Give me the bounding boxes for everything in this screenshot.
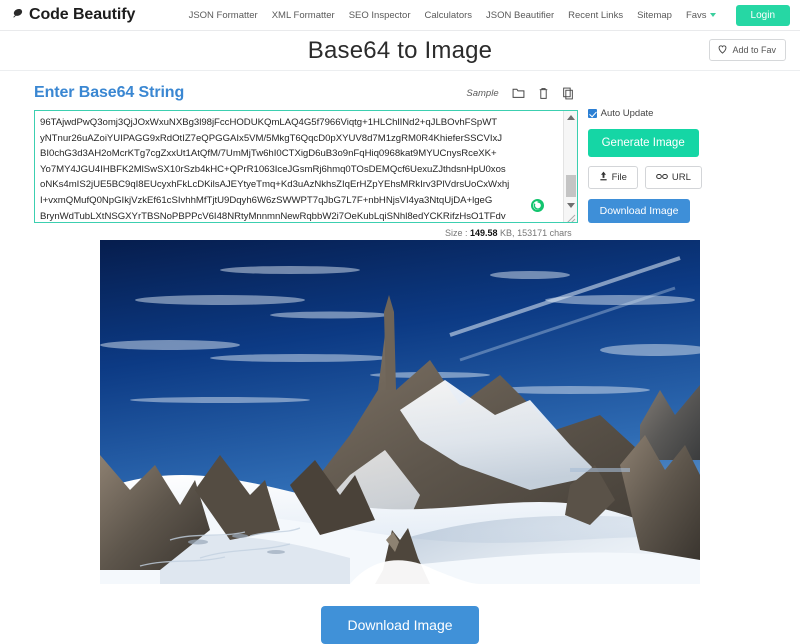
size-info: Size : 149.58 KB, 153171 chars — [34, 223, 578, 238]
feather-logo-icon — [12, 7, 25, 20]
nav-json-formatter[interactable]: JSON Formatter — [189, 10, 258, 21]
scroll-up-icon[interactable] — [566, 115, 575, 120]
chars-count: 153171 chars — [517, 228, 572, 238]
sample-link[interactable]: Sample — [466, 88, 498, 99]
checkbox-checked-icon[interactable] — [587, 109, 597, 118]
download-image-button-bottom[interactable]: Download Image — [321, 606, 479, 644]
nav-json-beautifier[interactable]: JSON Beautifier — [486, 10, 554, 21]
upload-icon — [599, 171, 608, 184]
chevron-down-icon — [709, 12, 716, 17]
load-url-button[interactable]: URL — [644, 166, 702, 189]
section-title: Enter Base64 String — [34, 84, 185, 101]
open-file-icon[interactable] — [512, 87, 525, 99]
page-header: Base64 to Image Add to Fav — [0, 31, 800, 71]
editor-left-column: Enter Base64 String Sample 96TAjwdPwQ3om… — [34, 81, 578, 238]
editor-controls: Auto Update Generate Image File URL Down… — [587, 81, 786, 238]
download-image-button-top[interactable]: Download Image — [587, 199, 691, 223]
brand-logo[interactable]: Code Beautify — [12, 6, 135, 24]
textarea-scrollbar[interactable] — [562, 111, 577, 222]
image-preview-area — [0, 240, 800, 584]
nav-sitemap[interactable]: Sitemap — [637, 10, 672, 21]
add-to-fav-button[interactable]: Add to Fav — [709, 39, 786, 61]
link-icon — [656, 172, 668, 184]
heart-icon — [717, 44, 728, 56]
base64-textarea-content: 96TAjwdPwQ3omj3QjJOxWxuNXBg3l98jFccHODUK… — [40, 117, 510, 222]
auto-update-checkbox[interactable]: Auto Update — [587, 108, 786, 119]
page-title: Base64 to Image — [307, 37, 493, 64]
add-to-fav-label: Add to Fav — [732, 45, 776, 55]
footer-actions: Download Image — [0, 606, 800, 644]
load-file-label: File — [611, 172, 627, 183]
scroll-down-icon[interactable] — [566, 203, 575, 208]
clear-trash-icon[interactable] — [538, 87, 549, 100]
load-file-button[interactable]: File — [587, 166, 638, 189]
editor-toolbar: Enter Base64 String Sample — [34, 81, 578, 105]
generate-image-button[interactable]: Generate Image — [587, 129, 699, 157]
top-navbar: Code Beautify JSON Formatter XML Formatt… — [0, 0, 800, 31]
nav-xml-formatter[interactable]: XML Formatter — [272, 10, 335, 21]
load-url-label: URL — [671, 172, 691, 183]
size-unit: KB, — [500, 228, 515, 238]
source-button-group: File URL — [587, 166, 786, 189]
auto-update-label: Auto Update — [600, 108, 654, 119]
brand-text: Code Beautify — [29, 6, 136, 23]
editor-tool-icons: Sample — [466, 87, 577, 100]
generated-image — [100, 240, 700, 584]
base64-textarea[interactable]: 96TAjwdPwQ3omj3QjJOxWxuNXBg3l98jFccHODUK… — [34, 110, 578, 223]
editor-section: Enter Base64 String Sample 96TAjwdPwQ3om… — [0, 71, 800, 238]
nav-favs-label: Favs — [685, 9, 707, 21]
nav-seo-inspector[interactable]: SEO Inspector — [349, 10, 411, 21]
nav-favs[interactable]: Favs — [686, 10, 716, 21]
login-button[interactable]: Login — [735, 4, 790, 26]
nav-recent-links[interactable]: Recent Links — [568, 10, 623, 21]
mouse-cursor-indicator — [531, 199, 544, 212]
size-label: Size : — [444, 228, 468, 238]
textarea-resize-handle[interactable] — [566, 211, 576, 222]
nav-links: JSON Formatter XML Formatter SEO Inspect… — [189, 4, 792, 26]
nav-calculators[interactable]: Calculators — [425, 10, 473, 21]
scroll-thumb[interactable] — [565, 175, 576, 197]
size-value: 149.58 — [469, 228, 498, 238]
copy-icon[interactable] — [562, 87, 574, 100]
